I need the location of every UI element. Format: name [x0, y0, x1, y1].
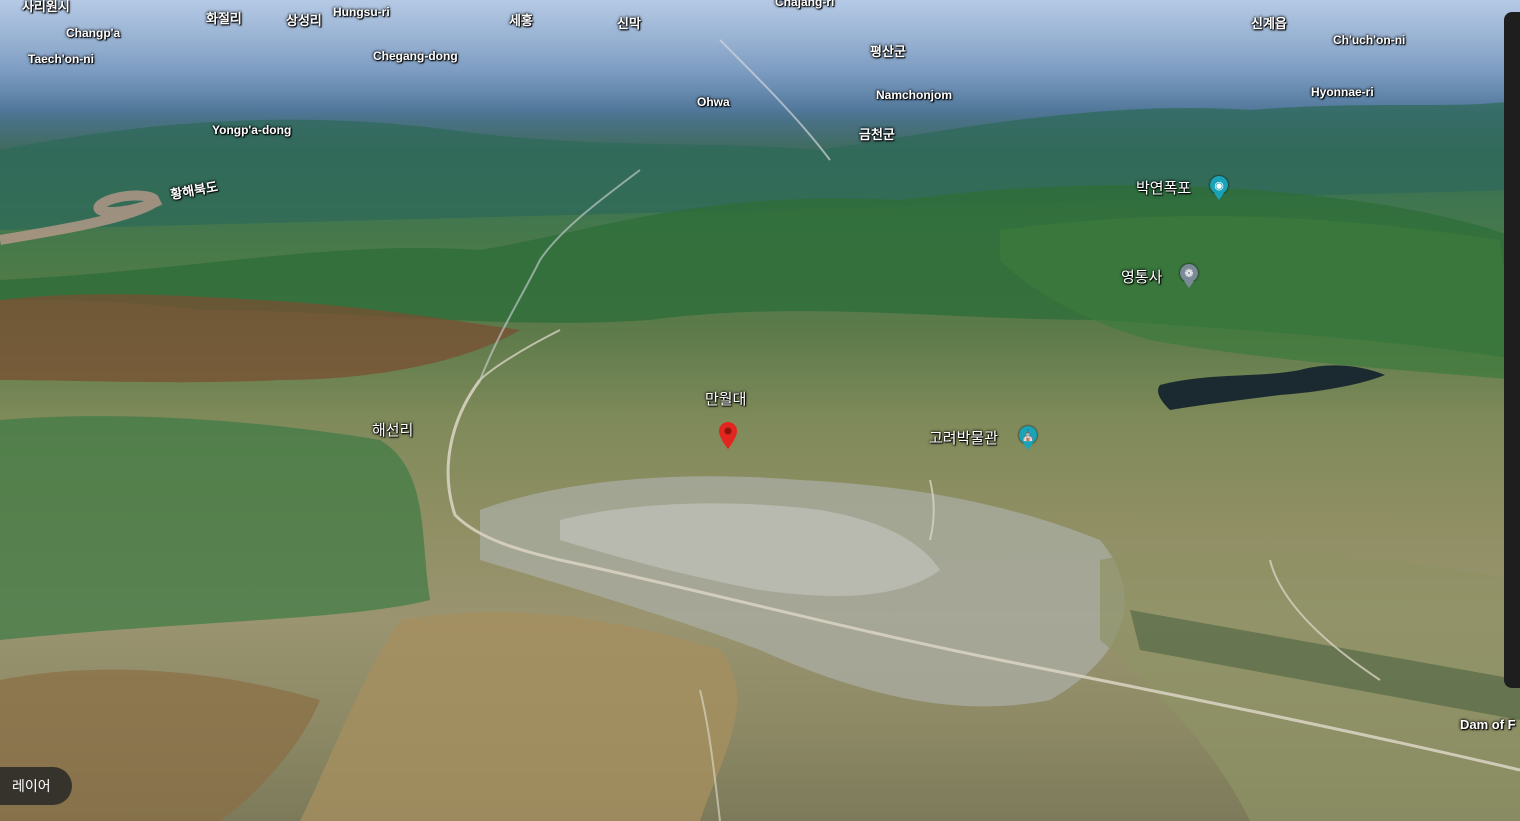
layers-button-label: 레이어: [12, 778, 51, 794]
poi-label-museum[interactable]: 고려박물관: [929, 427, 998, 448]
poi-marker-tail: [1184, 281, 1194, 288]
poi-label-temple[interactable]: 영통사: [1121, 266, 1162, 287]
satellite-map-view[interactable]: 사리원시 Changp'a Taech'on-ni 화절리 상성리 Hungsu…: [0, 0, 1520, 821]
place-label: 세홍: [509, 13, 533, 28]
poi-marker-tail: [1214, 193, 1224, 200]
poi-label-waterfall[interactable]: 박연폭포: [1136, 177, 1191, 198]
place-label: Chegang-dong: [373, 49, 458, 63]
side-panel-edge[interactable]: [1504, 12, 1520, 688]
place-label: Yongp'a-dong: [212, 123, 292, 137]
place-label: Taech'on-ni: [28, 52, 94, 66]
place-label: 신막: [617, 16, 641, 31]
place-label: Chajang-ri: [775, 0, 835, 9]
place-label: Hyonnae-ri: [1311, 85, 1374, 99]
poi-label-manwoldae[interactable]: 만월대: [705, 388, 746, 409]
place-label: Changp'a: [66, 26, 121, 40]
place-label: 해선리: [372, 422, 414, 439]
museum-icon[interactable]: ⛪: [1019, 426, 1037, 444]
place-label: 사리원시: [22, 0, 70, 14]
place-label: 화절리: [206, 11, 242, 26]
poi-marker-tail: [1023, 443, 1033, 450]
place-label: Hungsu-ri: [333, 5, 390, 19]
place-label: Ohwa: [697, 95, 730, 109]
place-label: 신계읍: [1251, 16, 1287, 31]
temple-icon[interactable]: ❁: [1180, 264, 1198, 282]
red-location-pin-icon[interactable]: [719, 422, 737, 450]
layers-button[interactable]: 레이어: [0, 767, 72, 805]
place-label: 평산군: [870, 44, 906, 59]
place-label: Namchonjom: [876, 88, 953, 102]
place-label: 상성리: [286, 13, 322, 28]
place-label: Ch'uch'on-ni: [1333, 33, 1406, 47]
place-label: 금천군: [859, 127, 895, 142]
camera-icon[interactable]: ◉: [1210, 176, 1228, 194]
place-label: Dam of F: [1460, 717, 1516, 732]
